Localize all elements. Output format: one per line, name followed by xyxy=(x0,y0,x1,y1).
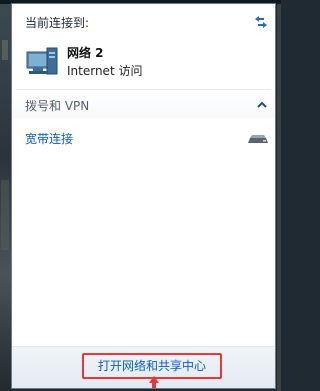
refresh-icon[interactable] xyxy=(253,14,269,30)
chevron-up-icon[interactable] xyxy=(257,101,267,109)
network-flyout: 当前连接到: 网络 2 Internet 访问 拨号和 VPN 宽带连接 打开网… xyxy=(11,3,276,389)
section-divider xyxy=(16,89,271,90)
network-computer-icon xyxy=(26,47,58,75)
network-access-status: Internet 访问 xyxy=(67,64,143,78)
current-connection-label: 当前连接到: xyxy=(25,16,90,30)
section-title: 拨号和 VPN xyxy=(25,99,90,113)
network-name: 网络 2 xyxy=(67,46,104,60)
mouse-pointer-icon xyxy=(149,376,159,388)
flyout-footer: 打开网络和共享中心 xyxy=(12,346,275,388)
dialup-vpn-section-header[interactable]: 拨号和 VPN xyxy=(13,92,274,118)
broadband-connection-link[interactable]: 宽带连接 xyxy=(25,130,73,147)
desktop-background-right xyxy=(277,0,281,391)
desktop-background xyxy=(0,0,11,391)
modem-icon xyxy=(248,135,268,143)
